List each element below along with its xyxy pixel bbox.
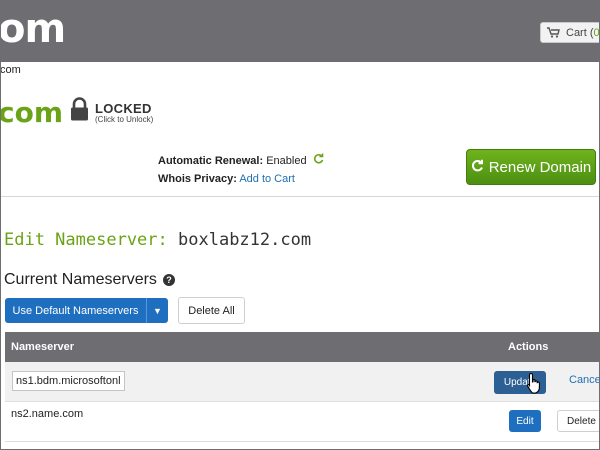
edit-nameserver-heading: Edit Nameserver: boxlabz12.com	[4, 230, 311, 250]
auto-renewal-row: Automatic Renewal: Enabled	[158, 153, 324, 167]
nameserver-value: ns2.name.com	[11, 408, 84, 420]
help-icon[interactable]: ?	[162, 274, 175, 286]
nameserver-table-header: Nameserver Actions	[5, 332, 600, 362]
auto-renewal-value: Enabled	[266, 155, 307, 167]
top-bar: om Cart (0	[0, 0, 600, 62]
current-nameservers-title: Current Nameservers	[4, 271, 157, 288]
edit-nameserver-domain: boxlabz12.com	[178, 230, 312, 250]
table-row: ns2.name.com Edit Delete	[5, 402, 600, 442]
section-divider	[0, 196, 600, 197]
renew-domain-label: Renew Domain	[488, 158, 592, 176]
lock-hint[interactable]: (Click to Unlock)	[95, 115, 153, 124]
lock-icon[interactable]	[70, 97, 89, 126]
lock-status[interactable]: LOCKED	[95, 101, 152, 116]
renew-domain-button[interactable]: Renew Domain	[466, 149, 596, 185]
caret-down-icon[interactable]: ▼	[147, 298, 168, 323]
cart-icon	[547, 27, 560, 38]
current-nameservers-heading: Current Nameservers ?	[4, 271, 175, 289]
delete-all-button[interactable]: Delete All	[178, 297, 245, 324]
cancel-link[interactable]: Cance	[569, 374, 600, 386]
cart-count: 0	[593, 26, 600, 39]
edit-nameserver-label: Edit Nameserver:	[4, 230, 168, 250]
domain-title: com	[0, 96, 64, 129]
cart-label: Cart (0	[566, 26, 600, 39]
nameserver-input[interactable]	[12, 371, 125, 391]
refresh-icon[interactable]	[313, 153, 324, 167]
pointer-hand-icon	[526, 372, 542, 399]
site-logo[interactable]: om	[0, 6, 66, 52]
cart-button[interactable]: Cart (0	[540, 22, 600, 43]
edit-button[interactable]: Edit	[509, 410, 541, 432]
auto-renewal-label: Automatic Renewal:	[158, 155, 264, 167]
table-row: Update Cance	[5, 362, 600, 402]
use-default-nameservers-label[interactable]: Use Default Nameservers	[5, 298, 147, 323]
delete-button[interactable]: Delete	[557, 410, 600, 432]
whois-label: Whois Privacy:	[158, 173, 237, 185]
column-header-actions: Actions	[508, 341, 549, 353]
column-header-nameserver: Nameserver	[11, 341, 74, 353]
whois-add-to-cart-link[interactable]: Add to Cart	[239, 173, 295, 185]
use-default-nameservers-button[interactable]: Use Default Nameservers ▼	[5, 298, 168, 323]
refresh-icon	[471, 159, 484, 176]
whois-row: Whois Privacy: Add to Cart	[158, 173, 295, 185]
breadcrumb[interactable]: com	[0, 64, 21, 76]
